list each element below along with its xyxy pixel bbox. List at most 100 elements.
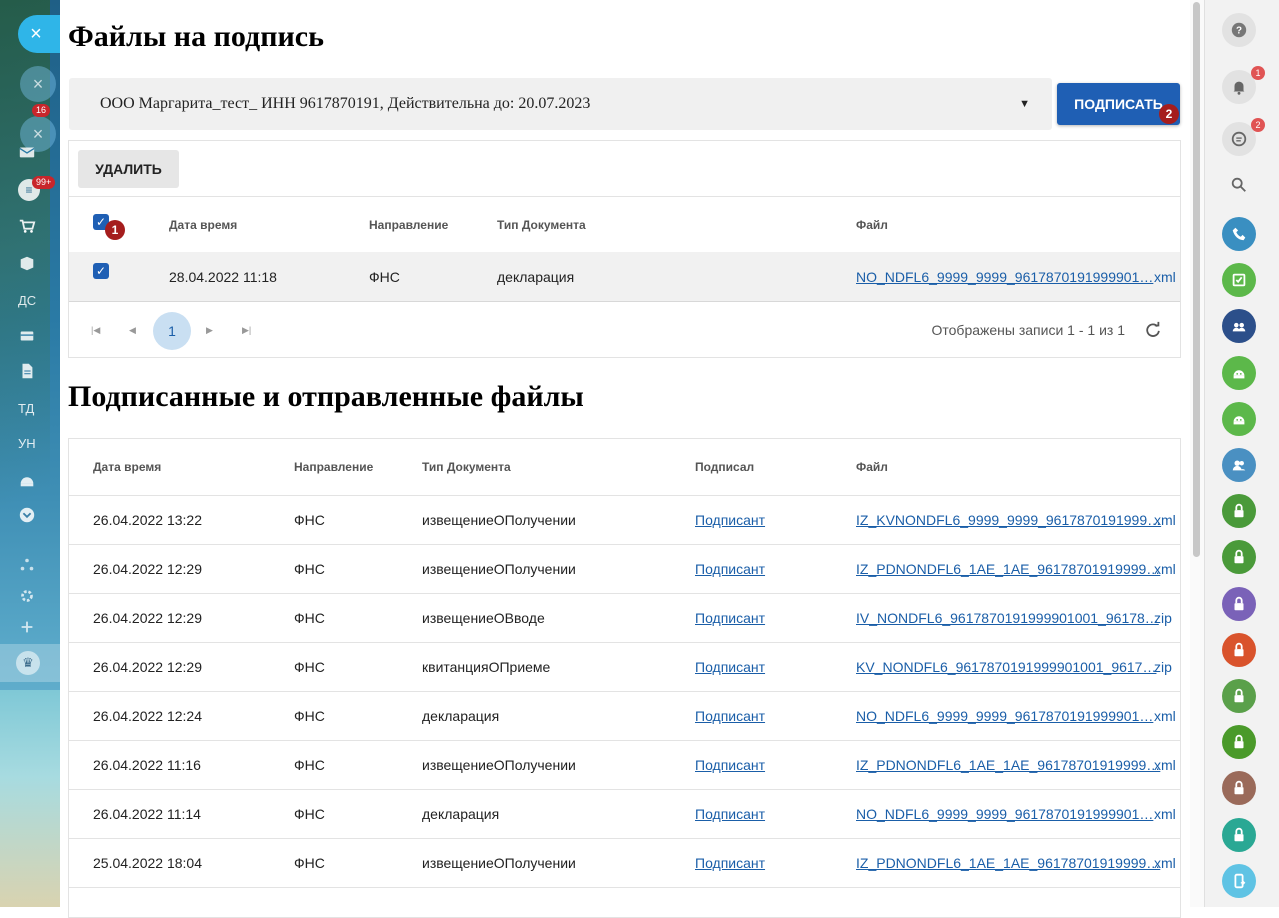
- app-button[interactable]: [1222, 817, 1256, 852]
- col-date[interactable]: Дата время: [169, 218, 237, 232]
- row-file-link[interactable]: IZ_KVNONDFL6_9999_9999_9617870191999…: [856, 512, 1161, 528]
- app-button[interactable]: [1222, 679, 1256, 713]
- row-signer-link[interactable]: Подписант: [695, 757, 765, 773]
- col-signer[interactable]: Подписал: [695, 460, 754, 474]
- row-file-link[interactable]: IV_NONDFL6_9617870191999901001_96178…: [856, 610, 1159, 626]
- tree-icon[interactable]: [0, 550, 60, 580]
- col-doc-type[interactable]: Тип Документа: [497, 218, 586, 232]
- row-signer-link[interactable]: Подписант: [695, 855, 765, 871]
- table-row[interactable]: 26.04.2022 13:22 ФНС извещениеОПолучении По…: [69, 496, 1180, 545]
- delete-button[interactable]: УДАЛИТЬ: [78, 150, 179, 188]
- app-button[interactable]: [1222, 632, 1256, 667]
- row-date: 26.04.2022 11:14: [93, 806, 201, 822]
- app-button[interactable]: [1222, 217, 1256, 251]
- signer-select[interactable]: ООО Маргарита_тест_ ИНН 9617870191, Дейс…: [69, 78, 1052, 130]
- next-page-icon[interactable]: ▶: [206, 325, 213, 336]
- col-direction[interactable]: Направление: [294, 460, 373, 474]
- row-file-link[interactable]: NO_NDFL6_9999_9999_9617870191999901…: [856, 269, 1153, 285]
- plus-icon[interactable]: [0, 612, 60, 642]
- last-page-icon[interactable]: ▶|: [242, 325, 251, 336]
- row-signer-link[interactable]: Подписант: [695, 659, 765, 675]
- table-row[interactable]: 26.04.2022 12:29 ФНС извещениеОВводе Подпис…: [69, 594, 1180, 643]
- group-chat-icon: [1232, 323, 1246, 332]
- storage-icon[interactable]: [0, 321, 60, 351]
- crown-button[interactable]: ♛: [0, 644, 60, 682]
- row-signer-link[interactable]: Подписант: [695, 708, 765, 724]
- first-page-icon[interactable]: |◀: [91, 325, 100, 336]
- box-icon[interactable]: [0, 248, 60, 278]
- row-doc-type: извещениеОПолучении: [422, 757, 576, 773]
- app-button[interactable]: [1222, 863, 1256, 898]
- row-file-ext: xml: [1154, 708, 1176, 724]
- row-checkbox[interactable]: ✓: [93, 263, 109, 279]
- row-file-link[interactable]: IZ_PDNONDFL6_1AE_1AE_96178701919999…: [856, 855, 1160, 871]
- help-icon: ?: [1231, 22, 1247, 38]
- task-check-icon: [1232, 273, 1246, 287]
- close-sidebar-button[interactable]: ×: [18, 15, 60, 53]
- row-direction: ФНС: [294, 757, 325, 773]
- app-button[interactable]: [1222, 263, 1256, 298]
- page-button-current[interactable]: 1: [153, 312, 191, 350]
- android-icon[interactable]: [0, 465, 60, 495]
- row-file-link[interactable]: NO_NDFL6_9999_9999_9617870191999901…: [856, 708, 1153, 724]
- mail-icon[interactable]: [0, 137, 60, 167]
- table-row[interactable]: 26.04.2022 12:24 ФНС декларация Подписант NO…: [69, 692, 1180, 741]
- row-file-ext: zip: [1154, 659, 1172, 675]
- app-button[interactable]: [1222, 401, 1256, 436]
- row-file-link[interactable]: IZ_PDNONDFL6_1AE_1AE_96178701919999…: [856, 561, 1160, 577]
- nav-un[interactable]: УН: [0, 428, 60, 458]
- scroll-thumb[interactable]: [1193, 2, 1200, 557]
- col-date[interactable]: Дата время: [93, 460, 161, 474]
- app-button[interactable]: [1222, 540, 1256, 575]
- lock-icon: [1234, 504, 1244, 518]
- table-row[interactable]: 25.04.2022 18:04 ФНС извещениеОПолучении По…: [69, 839, 1180, 888]
- document-icon[interactable]: [0, 356, 60, 386]
- vertical-scrollbar[interactable]: [1190, 0, 1204, 907]
- app-button[interactable]: [1222, 725, 1256, 760]
- cart-icon[interactable]: [0, 211, 60, 241]
- col-direction[interactable]: Направление: [369, 218, 448, 232]
- chevron-down-icon[interactable]: [0, 500, 60, 530]
- row-signer-link[interactable]: Подписант: [695, 610, 765, 626]
- lock-icon: [1234, 735, 1244, 749]
- row-file-link[interactable]: IZ_PDNONDFL6_1AE_1AE_96178701919999…: [856, 757, 1160, 773]
- row-file-link[interactable]: NO_NDFL6_9999_9999_9617870191999901…: [856, 806, 1153, 822]
- prev-page-icon[interactable]: ◀: [129, 325, 136, 336]
- row-signer-link[interactable]: Подписант: [695, 561, 765, 577]
- app-button[interactable]: [1222, 448, 1256, 482]
- refresh-icon[interactable]: [1144, 321, 1162, 339]
- chat-button[interactable]: 2: [1222, 118, 1265, 156]
- row-signer-link[interactable]: Подписант: [695, 512, 765, 528]
- row-file-ext: xml: [1154, 757, 1176, 773]
- row-direction: ФНС: [369, 269, 400, 285]
- table-row[interactable]: ✓ 28.04.2022 11:18 ФНС декларация NO_NDF…: [69, 252, 1180, 302]
- search-icon: [1231, 177, 1246, 192]
- row-file-ext: xml: [1154, 806, 1176, 822]
- row-date: 26.04.2022 11:16: [93, 757, 201, 773]
- gear-icon[interactable]: [0, 581, 60, 611]
- nav-ds[interactable]: ДС: [0, 285, 60, 315]
- col-file[interactable]: Файл: [856, 460, 888, 474]
- row-file-link[interactable]: KV_NONDFL6_9617870191999901001_9617…: [856, 659, 1156, 675]
- app-button[interactable]: [1222, 355, 1256, 390]
- table-row[interactable]: 26.04.2022 11:14 ФНС декларация Подписант NO…: [69, 790, 1180, 839]
- app-button[interactable]: [1222, 771, 1256, 806]
- help-button[interactable]: ?: [1222, 13, 1256, 47]
- table-row[interactable]: 26.04.2022 12:29 ФНС извещениеОПолучении По…: [69, 545, 1180, 594]
- row-doc-type: извещениеОПолучении: [422, 512, 576, 528]
- table-row[interactable]: 26.04.2022 12:29 ФНС квитанцияОПриеме Подпи…: [69, 643, 1180, 692]
- row-signer-link[interactable]: Подписант: [695, 806, 765, 822]
- sign-step-badge: 2: [1159, 104, 1179, 124]
- row-file-ext: zip: [1154, 610, 1172, 626]
- app-button[interactable]: [1222, 586, 1256, 621]
- search-button[interactable]: [1222, 168, 1256, 202]
- notifications-button[interactable]: 1: [1222, 66, 1265, 104]
- row-direction: ФНС: [294, 708, 325, 724]
- close-icon: ×: [30, 22, 42, 45]
- col-file[interactable]: Файл: [856, 218, 888, 232]
- table-row[interactable]: 26.04.2022 11:16 ФНС извещениеОПолучении По…: [69, 741, 1180, 790]
- col-doc-type[interactable]: Тип Документа: [422, 460, 511, 474]
- nav-td[interactable]: ТД: [0, 393, 60, 423]
- app-button[interactable]: [1222, 494, 1256, 529]
- app-button[interactable]: [1222, 309, 1256, 344]
